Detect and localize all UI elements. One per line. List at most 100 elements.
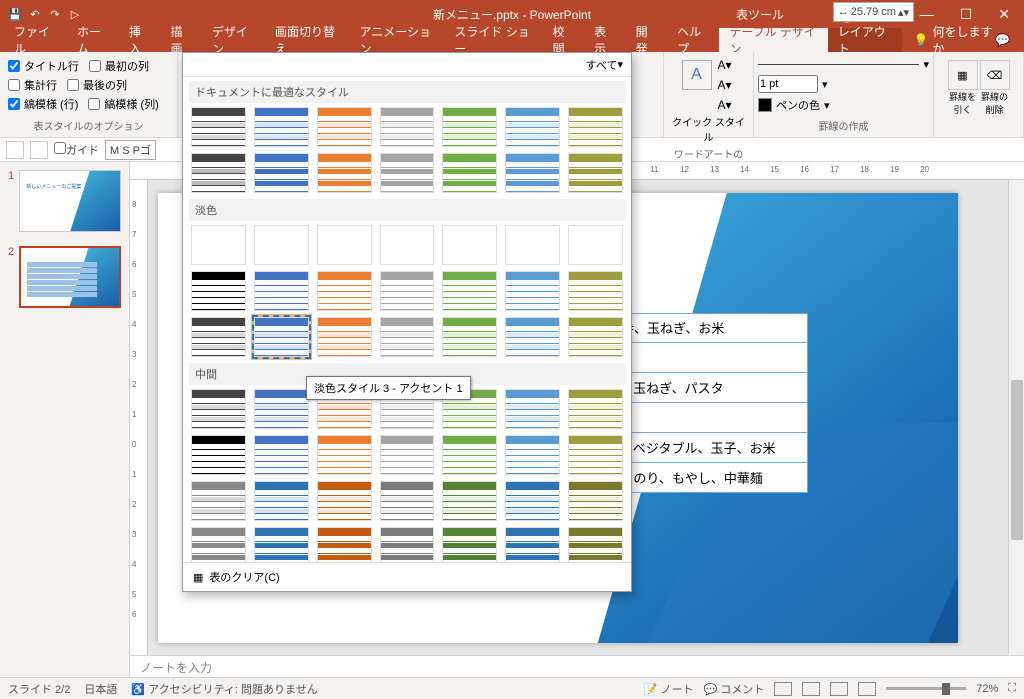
table-style-item[interactable] xyxy=(254,317,309,357)
table-style-item[interactable] xyxy=(254,527,309,562)
table-style-item[interactable] xyxy=(442,317,497,357)
table-style-item[interactable] xyxy=(568,481,623,521)
table-style-item[interactable] xyxy=(568,317,623,357)
opt-banded-row[interactable]: 縞模様 (行) xyxy=(8,96,78,112)
table-style-item[interactable] xyxy=(254,271,309,311)
new-slide-icon[interactable] xyxy=(6,141,24,159)
tab-draw[interactable]: 描画 xyxy=(160,28,202,52)
table-style-item[interactable] xyxy=(505,481,560,521)
table-style-item[interactable] xyxy=(442,153,497,193)
table-style-item[interactable] xyxy=(380,527,435,562)
table-style-item[interactable] xyxy=(442,225,497,265)
normal-view-icon[interactable] xyxy=(774,682,792,696)
text-effects-icon[interactable]: A▾ xyxy=(714,96,736,114)
table-style-item[interactable] xyxy=(191,153,246,193)
table-style-item[interactable] xyxy=(568,527,623,562)
tab-transitions[interactable]: 画面切り替え xyxy=(265,28,350,52)
table-style-item[interactable] xyxy=(254,107,309,147)
table-style-item[interactable] xyxy=(568,271,623,311)
fit-window-icon[interactable]: ⛶ xyxy=(1008,682,1016,695)
table-style-item[interactable] xyxy=(191,527,246,562)
close-icon[interactable]: ✕ xyxy=(998,6,1010,23)
font-selector[interactable]: M S Pゴ xyxy=(105,140,156,160)
table-style-item[interactable] xyxy=(568,107,623,147)
pen-width-dropdown[interactable]: ▾ xyxy=(822,78,828,91)
table-style-item[interactable] xyxy=(254,435,309,475)
table-style-item[interactable] xyxy=(442,435,497,475)
vertical-scrollbar[interactable] xyxy=(1008,180,1024,655)
tab-developer[interactable]: 開発 xyxy=(626,28,668,52)
table-style-item[interactable] xyxy=(505,389,560,429)
table-style-item[interactable] xyxy=(505,225,560,265)
maximize-icon[interactable]: ☐ xyxy=(960,6,973,23)
tab-slideshow[interactable]: スライド ショー xyxy=(444,28,542,52)
table-style-item[interactable] xyxy=(505,107,560,147)
table-style-item[interactable] xyxy=(191,225,246,265)
tab-table-design[interactable]: テーブル デザイン xyxy=(719,28,827,52)
table-style-item[interactable] xyxy=(380,153,435,193)
tab-animations[interactable]: アニメーション xyxy=(350,28,445,52)
layout-icon[interactable] xyxy=(30,141,48,159)
table-style-item[interactable] xyxy=(380,271,435,311)
tab-home[interactable]: ホーム xyxy=(67,28,119,52)
reading-view-icon[interactable] xyxy=(830,682,848,696)
tab-design[interactable]: デザイン xyxy=(202,28,265,52)
table-style-item[interactable] xyxy=(317,153,372,193)
table-style-item[interactable] xyxy=(191,481,246,521)
table-style-item[interactable] xyxy=(317,317,372,357)
opt-first-col[interactable]: 最初の列 xyxy=(89,58,149,74)
erase-borders-button[interactable]: ⌫ xyxy=(980,60,1010,90)
slide-thumb-1[interactable]: 1 新しいメニューのご提案 xyxy=(8,170,121,232)
table-style-item[interactable] xyxy=(568,435,623,475)
tab-insert[interactable]: 挿入 xyxy=(119,28,161,52)
pen-style-dropdown[interactable]: ▾ xyxy=(923,58,929,71)
guide-checkbox[interactable]: ガイド xyxy=(54,142,99,158)
notes-pane[interactable]: ノートを入力 xyxy=(130,655,1024,677)
table-style-item[interactable] xyxy=(442,481,497,521)
notes-button[interactable]: 📝 ノート xyxy=(644,681,694,697)
quick-styles-button[interactable]: A xyxy=(682,60,712,90)
undo-icon[interactable]: ↶ xyxy=(28,7,42,21)
table-style-item[interactable] xyxy=(505,317,560,357)
table-style-item[interactable] xyxy=(254,153,309,193)
gallery-filter-dropdown[interactable]: ▾ xyxy=(617,58,623,71)
table-style-item[interactable] xyxy=(317,225,372,265)
table-style-item[interactable] xyxy=(442,271,497,311)
zoom-slider[interactable] xyxy=(886,687,966,690)
opt-title-row[interactable]: タイトル行 xyxy=(8,58,79,74)
table-style-item[interactable] xyxy=(317,481,372,521)
table-style-item[interactable] xyxy=(191,271,246,311)
draw-borders-button[interactable]: ▦ xyxy=(948,60,978,90)
accessibility-status[interactable]: ♿ アクセシビリティ: 問題ありません xyxy=(131,681,317,697)
width-input[interactable]: ↔25.79 cm▴▾ xyxy=(833,2,914,22)
table-style-item[interactable] xyxy=(505,527,560,562)
table-style-item[interactable] xyxy=(442,107,497,147)
table-style-item[interactable] xyxy=(568,389,623,429)
table-style-item[interactable] xyxy=(505,435,560,475)
table-style-item[interactable] xyxy=(380,225,435,265)
text-outline-icon[interactable]: A▾ xyxy=(714,76,736,94)
share-icon[interactable]: 💬 xyxy=(995,33,1024,47)
table-style-item[interactable] xyxy=(505,271,560,311)
table-style-item[interactable] xyxy=(380,435,435,475)
language-indicator[interactable]: 日本語 xyxy=(84,681,117,697)
slideshow-view-icon[interactable] xyxy=(858,682,876,696)
table-style-item[interactable] xyxy=(380,481,435,521)
tab-layout[interactable]: レイアウト xyxy=(828,28,902,52)
clear-table-button[interactable]: ▦表のクリア(C) xyxy=(183,562,631,591)
tab-review[interactable]: 校閲 xyxy=(543,28,585,52)
tab-file[interactable]: ファイル xyxy=(4,28,67,52)
table-style-item[interactable] xyxy=(380,107,435,147)
table-style-item[interactable] xyxy=(191,389,246,429)
table-style-item[interactable] xyxy=(191,317,246,357)
opt-banded-col[interactable]: 縞模様 (列) xyxy=(88,96,158,112)
table-style-item[interactable] xyxy=(380,317,435,357)
slide-thumb-2[interactable]: 2 xyxy=(8,246,121,308)
table-style-item[interactable] xyxy=(191,435,246,475)
table-style-item[interactable] xyxy=(505,153,560,193)
table-style-item[interactable] xyxy=(568,225,623,265)
text-fill-icon[interactable]: A▾ xyxy=(714,56,736,74)
redo-icon[interactable]: ↷ xyxy=(48,7,62,21)
table-style-item[interactable] xyxy=(254,481,309,521)
tab-view[interactable]: 表示 xyxy=(584,28,626,52)
